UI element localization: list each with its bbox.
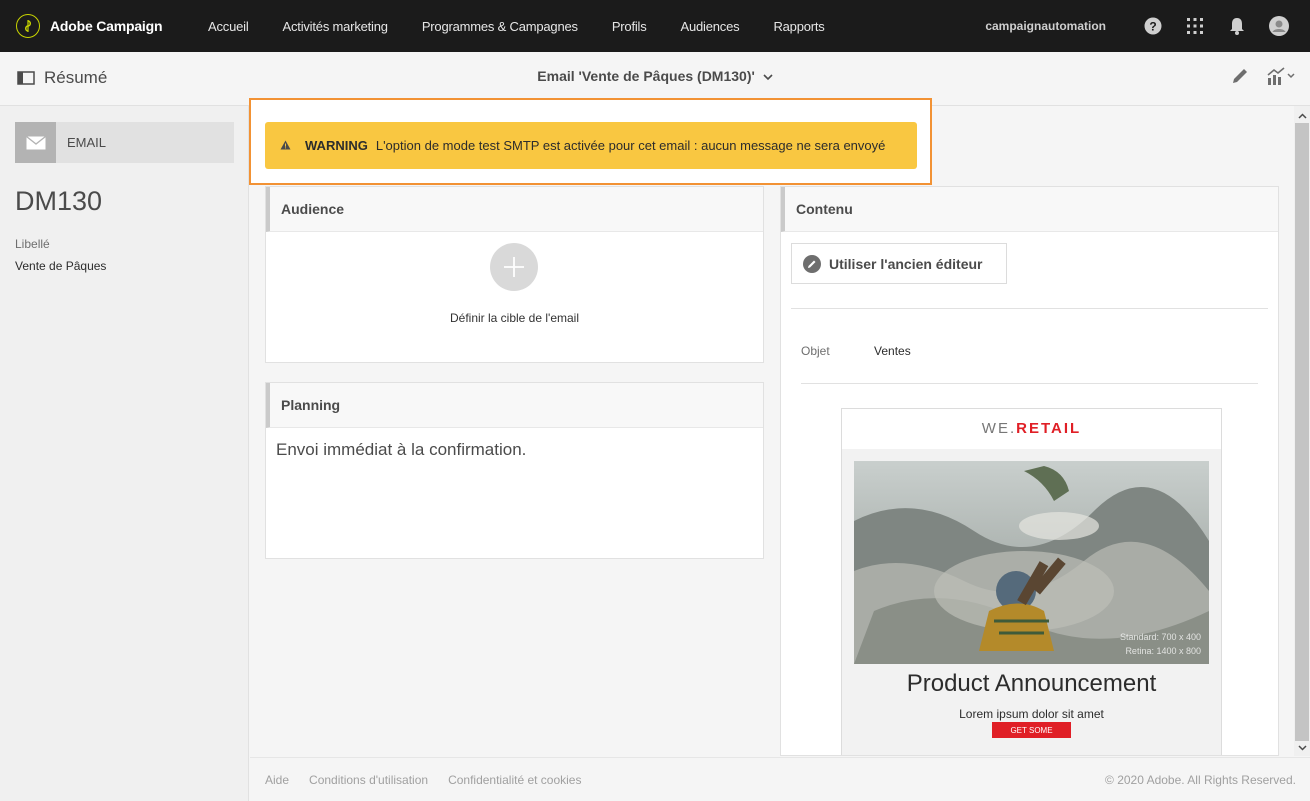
planning-title: Planning	[266, 383, 763, 428]
adobe-campaign-logo-icon	[16, 14, 40, 38]
preview-subtitle: Lorem ipsum dolor sit amet	[959, 707, 1104, 721]
warning-icon	[280, 138, 291, 153]
nav-activites-marketing[interactable]: Activités marketing	[283, 19, 388, 34]
subject-label: Objet	[801, 344, 830, 358]
help-icon[interactable]: ?	[1142, 15, 1164, 37]
sub-actions	[1214, 66, 1296, 86]
bell-icon[interactable]	[1226, 15, 1248, 37]
email-title-dropdown[interactable]: Email 'Vente de Pâques (DM130)'	[0, 68, 1310, 84]
channel-tag: EMAIL	[15, 122, 234, 163]
hero-caption-line-1: Standard: 700 x 400	[1119, 632, 1201, 642]
user-org-name[interactable]: campaignautomation	[985, 19, 1106, 33]
warning-label: WARNING	[305, 138, 368, 153]
email-title: Email 'Vente de Pâques (DM130)'	[537, 68, 755, 84]
nav-programmes-campagnes[interactable]: Programmes & Campagnes	[422, 19, 578, 34]
divider	[791, 308, 1268, 309]
preview-body: Standard: 700 x 400 Retina: 1400 x 800 P…	[842, 449, 1221, 755]
audience-title: Audience	[266, 187, 763, 232]
footer-link-aide[interactable]: Aide	[265, 773, 289, 787]
audience-card: Audience Définir la cible de l'email	[265, 186, 764, 363]
hero-image: Standard: 700 x 400 Retina: 1400 x 800	[854, 461, 1209, 664]
brand-part-1: WE.	[981, 420, 1017, 437]
divider	[801, 383, 1258, 384]
scroll-down-arrow-icon[interactable]	[1294, 740, 1310, 756]
warning-message: L'option de mode test SMTP est activée p…	[375, 138, 886, 153]
content-title: Contenu	[781, 187, 1278, 232]
apps-grid-icon[interactable]	[1184, 15, 1206, 37]
content-card: Contenu Utiliser l'ancien éditeur Objet …	[780, 186, 1279, 756]
top-right-tools: campaignautomation ?	[985, 0, 1290, 52]
hero-caption-line-2: Retina: 1400 x 800	[1125, 646, 1201, 656]
plus-icon[interactable]	[490, 243, 538, 291]
vertical-scrollbar[interactable]	[1294, 106, 1310, 756]
envelope-icon	[15, 122, 56, 163]
edit-icon	[803, 254, 821, 273]
brand-part-2: RETAIL	[1016, 420, 1082, 437]
preview-headline: Product Announcement	[906, 670, 1157, 697]
label-field-label: Libellé	[15, 237, 50, 251]
top-navigation-bar: Adobe Campaign Accueil Activités marketi…	[0, 0, 1310, 52]
left-summary-panel: EMAIL DM130 Libellé Vente de Pâques	[0, 106, 249, 801]
brand[interactable]: Adobe Campaign	[0, 14, 208, 38]
label-field-value: Vente de Pâques	[15, 259, 107, 273]
app-name: Adobe Campaign	[50, 18, 163, 34]
main-nav: Accueil Activités marketing Programmes &…	[208, 0, 859, 52]
preview-cta-button[interactable]: GET SOME	[992, 722, 1071, 738]
subject-value: Ventes	[874, 344, 911, 358]
copyright: © 2020 Adobe. All Rights Reserved.	[1105, 772, 1296, 787]
pencil-icon[interactable]	[1230, 66, 1250, 86]
use-old-editor-button[interactable]: Utiliser l'ancien éditeur	[791, 243, 1007, 284]
define-target-link[interactable]: Définir la cible de l'email	[266, 311, 763, 325]
scroll-up-arrow-icon[interactable]	[1294, 108, 1310, 124]
delivery-id: DM130	[15, 186, 103, 216]
footer-link-terms[interactable]: Conditions d'utilisation	[309, 773, 428, 787]
user-avatar-icon[interactable]	[1268, 15, 1290, 37]
channel-label: EMAIL	[67, 135, 107, 150]
scroll-thumb[interactable]	[1295, 123, 1309, 741]
use-old-editor-label: Utiliser l'ancien éditeur	[829, 255, 983, 272]
planning-text: Envoi immédiat à la confirmation.	[276, 440, 527, 459]
email-preview[interactable]: WE.RETAIL Standard: 700 x 400 Retina: 14…	[841, 408, 1222, 755]
chart-icon[interactable]	[1266, 66, 1296, 86]
footer-link-privacy[interactable]: Confidentialité et cookies	[448, 773, 581, 787]
nav-profils[interactable]: Profils	[612, 19, 647, 34]
nav-rapports[interactable]: Rapports	[773, 19, 824, 34]
footer: Aide Conditions d'utilisation Confidenti…	[250, 757, 1310, 801]
chevron-down-icon	[763, 68, 773, 84]
warning-banner: WARNING L'option de mode test SMTP est a…	[265, 122, 917, 169]
planning-card: Planning Envoi immédiat à la confirmatio…	[265, 382, 764, 559]
svg-text:?: ?	[1149, 20, 1156, 34]
nav-accueil[interactable]: Accueil	[208, 19, 249, 34]
we-retail-logo: WE.RETAIL	[842, 420, 1221, 437]
nav-audiences[interactable]: Audiences	[681, 19, 740, 34]
hero-caption: Standard: 700 x 400 Retina: 1400 x 800	[1120, 630, 1201, 658]
